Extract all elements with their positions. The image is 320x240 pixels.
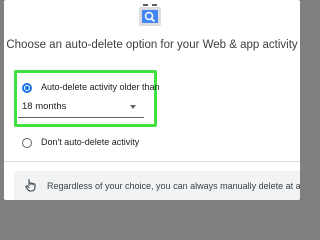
option-label-dont-auto-delete: Don't auto-delete activity [41,137,140,147]
hand-pointer-icon [25,178,36,192]
option-label-auto-delete-older-than: Auto-delete activity older than [41,82,160,92]
radio-auto-delete-older-than[interactable] [22,83,32,93]
radio-dont-auto-delete[interactable] [22,138,32,148]
info-text: Regardless of your choice, you can alway… [47,181,300,191]
chevron-down-icon [130,105,136,109]
auto-delete-search-icon [139,4,161,26]
duration-select[interactable]: 18 months [18,96,144,118]
divider [4,161,300,162]
duration-select-value: 18 months [22,101,67,112]
info-box: Regardless of your choice, you can alway… [14,171,300,200]
auto-delete-dialog: Choose an auto-delete option for your We… [4,0,300,200]
dialog-title: Choose an auto-delete option for your We… [6,39,298,51]
